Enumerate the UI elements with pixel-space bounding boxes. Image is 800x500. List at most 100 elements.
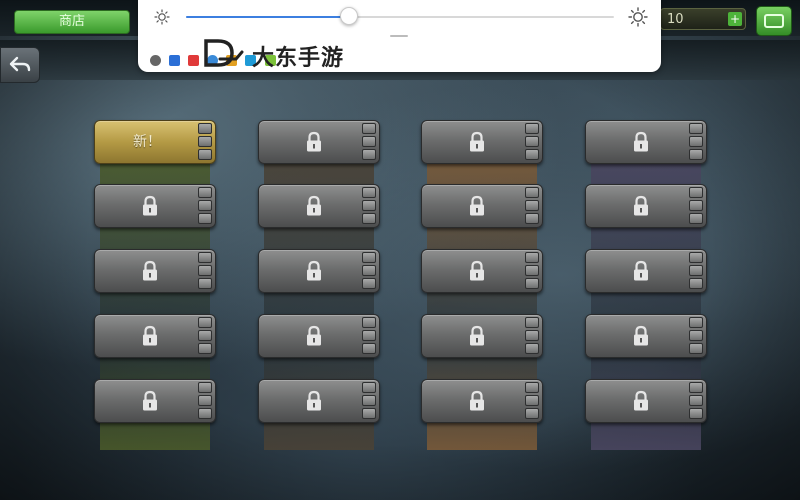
padlock-icon <box>307 260 321 281</box>
level-column <box>421 116 547 450</box>
star-rating <box>525 317 539 355</box>
level-tile-locked[interactable] <box>421 249 543 293</box>
star-slot-empty <box>525 265 539 276</box>
star-slot-empty <box>525 136 539 147</box>
star-slot-empty <box>198 123 212 134</box>
currency-value: 10 <box>667 12 684 27</box>
star-rating <box>525 252 539 290</box>
level-tile-locked[interactable] <box>585 120 707 164</box>
star-rating <box>198 187 212 225</box>
star-slot-empty <box>689 123 703 134</box>
padlock-icon <box>143 195 157 216</box>
padlock-icon <box>307 325 321 346</box>
star-slot-empty <box>689 187 703 198</box>
star-slot-empty <box>362 408 376 419</box>
watermark-logo: 大东手游 <box>202 38 402 71</box>
star-slot-empty <box>362 200 376 211</box>
star-slot-empty <box>198 408 212 419</box>
star-rating <box>689 123 703 161</box>
star-slot-empty <box>689 330 703 341</box>
star-slot-empty <box>198 317 212 328</box>
star-slot-empty <box>689 317 703 328</box>
star-slot-empty <box>362 252 376 263</box>
star-rating <box>362 187 376 225</box>
star-slot-empty <box>362 136 376 147</box>
star-slot-empty <box>362 149 376 160</box>
star-slot-empty <box>198 187 212 198</box>
shop-button[interactable]: 商店 <box>14 10 130 34</box>
sun-dim-icon <box>154 9 170 25</box>
star-slot-empty <box>362 265 376 276</box>
star-slot-empty <box>525 278 539 289</box>
padlock-icon <box>307 131 321 152</box>
level-tile-new[interactable]: 新！ <box>94 120 216 164</box>
level-tile-locked[interactable] <box>94 184 216 228</box>
star-slot-empty <box>198 213 212 224</box>
brightness-slider-thumb[interactable] <box>339 7 358 25</box>
star-slot-empty <box>689 408 703 419</box>
level-tile-locked[interactable] <box>421 120 543 164</box>
level-tile-locked[interactable] <box>258 314 380 358</box>
star-slot-empty <box>362 123 376 134</box>
level-tile-locked[interactable] <box>94 314 216 358</box>
star-slot-empty <box>689 395 703 406</box>
padlock-icon <box>634 195 648 216</box>
star-slot-empty <box>362 343 376 354</box>
star-slot-empty <box>362 213 376 224</box>
star-slot-empty <box>362 382 376 393</box>
menu-button[interactable] <box>756 6 792 36</box>
level-tile-locked[interactable] <box>421 314 543 358</box>
star-slot-empty <box>525 317 539 328</box>
star-slot-empty <box>689 252 703 263</box>
star-slot-empty <box>198 200 212 211</box>
star-slot-empty <box>525 252 539 263</box>
add-currency-button[interactable]: + <box>728 12 742 26</box>
padlock-icon <box>307 195 321 216</box>
star-rating <box>198 123 212 161</box>
panel-drag-handle[interactable] <box>390 35 408 37</box>
app-icon <box>188 55 200 66</box>
level-tile-locked[interactable] <box>94 379 216 423</box>
level-tile-locked[interactable] <box>258 120 380 164</box>
menu-icon <box>764 14 784 28</box>
back-button[interactable] <box>0 47 40 83</box>
star-slot-empty <box>525 149 539 160</box>
level-column <box>585 116 711 450</box>
padlock-icon <box>634 131 648 152</box>
brightness-slider[interactable] <box>186 7 614 25</box>
star-slot-empty <box>689 265 703 276</box>
padlock-icon <box>470 325 484 346</box>
level-tile-locked[interactable] <box>585 314 707 358</box>
level-tile-locked[interactable] <box>421 184 543 228</box>
star-rating <box>525 382 539 420</box>
app-icon <box>169 55 181 66</box>
padlock-icon <box>470 131 484 152</box>
star-slot-empty <box>689 278 703 289</box>
padlock-icon <box>634 325 648 346</box>
padlock-icon <box>143 390 157 411</box>
level-tile-locked[interactable] <box>585 249 707 293</box>
star-slot-empty <box>362 330 376 341</box>
star-slot-empty <box>525 343 539 354</box>
level-tile-locked[interactable] <box>421 379 543 423</box>
star-rating <box>362 382 376 420</box>
star-slot-empty <box>198 265 212 276</box>
level-tile-locked[interactable] <box>258 249 380 293</box>
padlock-icon <box>634 390 648 411</box>
star-slot-empty <box>362 278 376 289</box>
level-tile-locked[interactable] <box>94 249 216 293</box>
star-slot-empty <box>525 200 539 211</box>
star-rating <box>362 252 376 290</box>
level-tile-locked[interactable] <box>258 184 380 228</box>
level-tile-locked[interactable] <box>585 379 707 423</box>
star-slot-empty <box>525 382 539 393</box>
star-slot-empty <box>525 187 539 198</box>
level-tile-locked[interactable] <box>585 184 707 228</box>
level-tile-locked[interactable] <box>258 379 380 423</box>
star-slot-empty <box>525 395 539 406</box>
star-slot-empty <box>689 149 703 160</box>
star-rating <box>362 123 376 161</box>
padlock-icon <box>307 390 321 411</box>
star-rating <box>198 382 212 420</box>
star-slot-empty <box>198 395 212 406</box>
